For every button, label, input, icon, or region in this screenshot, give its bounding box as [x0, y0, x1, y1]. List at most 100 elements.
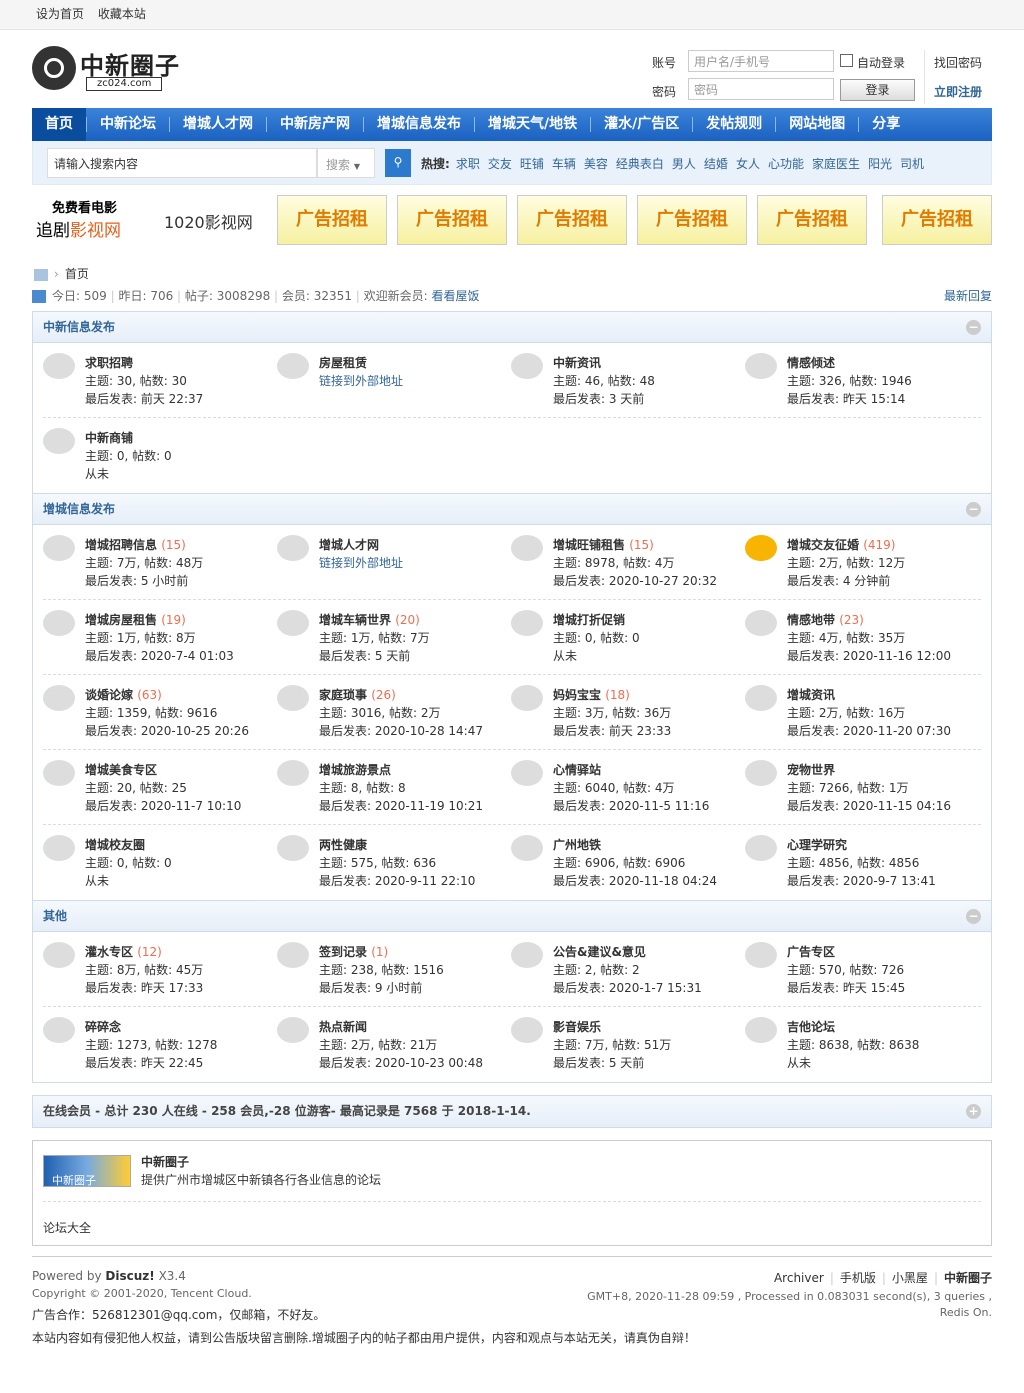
forum-bubble-icon[interactable]: [43, 353, 75, 379]
hot-search-item[interactable]: 经典表白: [616, 157, 664, 171]
collapse-icon[interactable]: −: [966, 502, 981, 517]
forum-bubble-icon[interactable]: [745, 610, 777, 636]
forum-name[interactable]: 中新资讯: [553, 356, 601, 370]
forum-title[interactable]: 增城旅游景点: [319, 761, 391, 778]
forum-bubble-icon[interactable]: [511, 760, 543, 786]
forum-bubble-icon[interactable]: [511, 610, 543, 636]
forum-name[interactable]: 增城车辆世界: [319, 613, 391, 627]
forum-title[interactable]: 灌水专区 (12): [85, 943, 162, 960]
forum-last-post[interactable]: 最后发表: 2020-1-7 15:31: [553, 979, 702, 996]
newest-member-link[interactable]: 看看屋饭: [432, 289, 480, 303]
ad-slot[interactable]: 广告招租: [397, 195, 507, 245]
ad-slot[interactable]: 广告招租: [637, 195, 747, 245]
forum-name[interactable]: 房屋租赁: [319, 356, 367, 370]
ad-slot[interactable]: 广告招租: [517, 195, 627, 245]
forum-last-post[interactable]: 从未: [85, 465, 109, 482]
forum-bubble-icon[interactable]: [745, 835, 777, 861]
forum-bubble-icon[interactable]: [277, 535, 309, 561]
forum-name[interactable]: 公告&建议&意见: [553, 945, 646, 959]
forum-name[interactable]: 增城招聘信息: [85, 538, 157, 552]
forum-bubble-icon[interactable]: [43, 428, 75, 454]
forum-last-post[interactable]: 最后发表: 2020-11-7 10:10: [85, 797, 241, 814]
nav-item[interactable]: 网站地图: [776, 108, 858, 141]
forum-title[interactable]: 碎碎念: [85, 1018, 121, 1035]
forum-name[interactable]: 广告专区: [787, 945, 835, 959]
forum-name[interactable]: 家庭琐事: [319, 688, 367, 702]
forum-name[interactable]: 妈妈宝宝: [553, 688, 601, 702]
forum-name[interactable]: 情感倾述: [787, 356, 835, 370]
forum-last-post[interactable]: 最后发表: 9 小时前: [319, 979, 422, 996]
latest-reply-link[interactable]: 最新回复: [944, 285, 992, 307]
forum-last-post[interactable]: 最后发表: 5 天前: [553, 1054, 644, 1071]
forum-last-post[interactable]: 最后发表: 2020-11-19 10:21: [319, 797, 483, 814]
forum-title[interactable]: 增城房屋租售 (19): [85, 611, 186, 628]
forum-title[interactable]: 中新资讯: [553, 354, 601, 371]
forum-bubble-icon[interactable]: [511, 942, 543, 968]
forum-name[interactable]: 中新商铺: [85, 431, 133, 445]
forum-last-post[interactable]: 最后发表: 昨天 22:45: [85, 1054, 203, 1071]
find-password-link[interactable]: 找回密码: [934, 54, 982, 71]
forum-name[interactable]: 增城旅游景点: [319, 763, 391, 777]
forum-name[interactable]: 谈婚论嫁: [85, 688, 133, 702]
nav-item[interactable]: 中新房产网: [267, 108, 363, 141]
forum-name[interactable]: 增城美食专区: [85, 763, 157, 777]
hot-search-item[interactable]: 心功能: [768, 157, 804, 171]
forum-bubble-icon[interactable]: [511, 1017, 543, 1043]
search-button[interactable]: ⚲: [385, 149, 411, 177]
forum-title[interactable]: 情感地带 (23): [787, 611, 864, 628]
forum-bubble-icon[interactable]: [277, 685, 309, 711]
forum-name[interactable]: 碎碎念: [85, 1020, 121, 1034]
forum-last-post[interactable]: 最后发表: 2020-10-27 20:32: [553, 572, 717, 589]
nav-item[interactable]: 首页: [32, 108, 86, 141]
forum-bubble-icon[interactable]: [277, 610, 309, 636]
nav-item[interactable]: 增城人才网: [170, 108, 266, 141]
forum-title[interactable]: 宠物世界: [787, 761, 835, 778]
forum-bubble-icon[interactable]: [745, 942, 777, 968]
forum-last-post[interactable]: 最后发表: 昨天 15:14: [787, 390, 905, 407]
group-header[interactable]: 中新信息发布 −: [33, 312, 991, 343]
forum-last-post[interactable]: 从未: [85, 872, 109, 889]
home-icon[interactable]: [34, 268, 48, 281]
hot-search-item[interactable]: 美容: [584, 157, 608, 171]
forum-last-post[interactable]: 最后发表: 2020-7-4 01:03: [85, 647, 234, 664]
forum-name[interactable]: 热点新闻: [319, 1020, 367, 1034]
forum-title[interactable]: 广告专区: [787, 943, 835, 960]
friend-link-name[interactable]: 中新圈子: [141, 1153, 189, 1170]
forum-title[interactable]: 签到记录 (1): [319, 943, 388, 960]
forum-name[interactable]: 增城校友圈: [85, 838, 145, 852]
footer-link[interactable]: 手机版: [840, 1271, 876, 1285]
nav-item[interactable]: 发帖规则: [693, 108, 775, 141]
hot-search-item[interactable]: 司机: [900, 157, 924, 171]
hot-search-item[interactable]: 家庭医生: [812, 157, 860, 171]
forum-directory-link[interactable]: 论坛大全: [43, 1219, 91, 1236]
forum-last-post[interactable]: 最后发表: 昨天 15:45: [787, 979, 905, 996]
ad-slot[interactable]: 广告招租: [757, 195, 867, 245]
nav-item[interactable]: 增城信息发布: [364, 108, 474, 141]
forum-bubble-icon[interactable]: [43, 942, 75, 968]
nav-item[interactable]: 中新论坛: [87, 108, 169, 141]
forum-title[interactable]: 心情驿站: [553, 761, 601, 778]
group-title[interactable]: 增城信息发布: [43, 502, 115, 516]
forum-last-post[interactable]: 最后发表: 2020-11-5 11:16: [553, 797, 709, 814]
forum-bubble-icon[interactable]: [745, 353, 777, 379]
forum-last-post[interactable]: 最后发表: 3 天前: [553, 390, 644, 407]
forum-title[interactable]: 心理学研究: [787, 836, 847, 853]
movie-ad[interactable]: 免费看电影 追剧影视网: [36, 197, 156, 241]
site-logo[interactable]: 中新圈子 zc024.com: [32, 46, 182, 94]
forum-bubble-icon[interactable]: [43, 835, 75, 861]
forum-title[interactable]: 增城美食专区: [85, 761, 157, 778]
forum-title[interactable]: 增城旺铺租售 (15): [553, 536, 654, 553]
forum-last-post[interactable]: 最后发表: 5 小时前: [85, 572, 188, 589]
nav-item[interactable]: 灌水/广告区: [591, 108, 692, 141]
forum-title[interactable]: 中新商铺: [85, 429, 133, 446]
forum-last-post[interactable]: 最后发表: 2020-9-7 13:41: [787, 872, 936, 889]
forum-bubble-icon[interactable]: [511, 685, 543, 711]
forum-name[interactable]: 增城房屋租售: [85, 613, 157, 627]
forum-title[interactable]: 影音娱乐: [553, 1018, 601, 1035]
ad-slot[interactable]: 广告招租: [882, 195, 992, 245]
forum-last-post[interactable]: 最后发表: 2020-10-28 14:47: [319, 722, 483, 739]
forum-name[interactable]: 灌水专区: [85, 945, 133, 959]
forum-title[interactable]: 增城车辆世界 (20): [319, 611, 420, 628]
forum-name[interactable]: 签到记录: [319, 945, 367, 959]
external-link[interactable]: 链接到外部地址: [319, 372, 403, 389]
